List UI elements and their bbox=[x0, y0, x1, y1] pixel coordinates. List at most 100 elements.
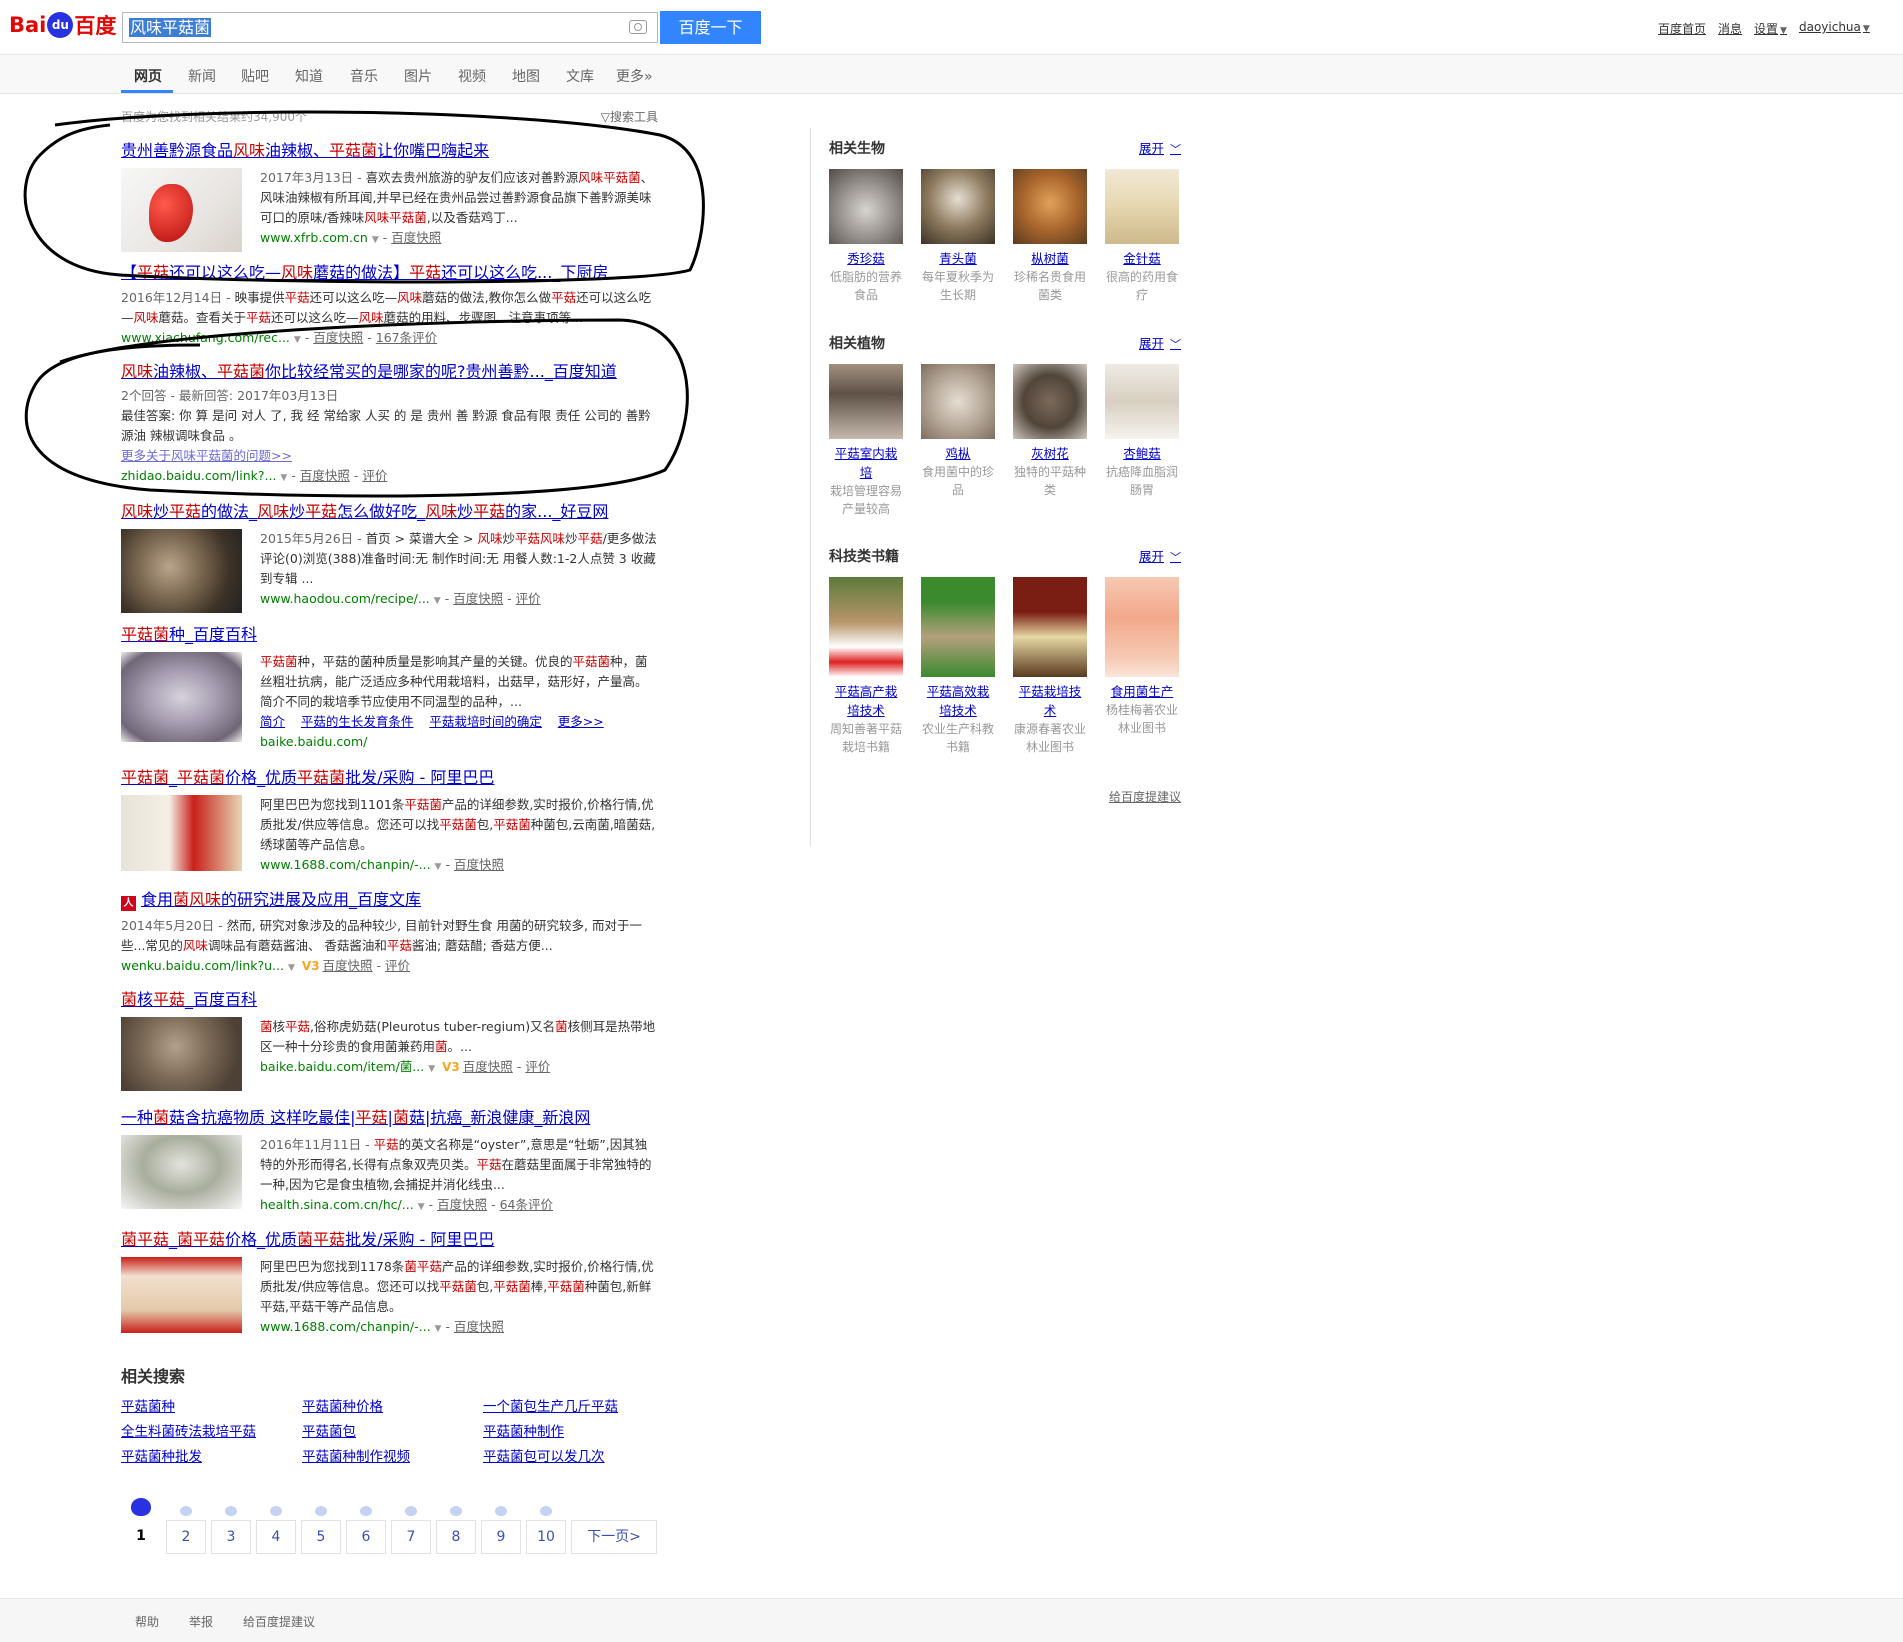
entity-image[interactable] bbox=[1013, 169, 1087, 244]
page-number[interactable]: 5 bbox=[301, 1520, 341, 1554]
entity-name[interactable]: 杏鲍菇 bbox=[1105, 444, 1179, 463]
related-search-link[interactable]: 平菇菌种 bbox=[121, 1395, 302, 1415]
entity-name[interactable]: 平菇室内栽培 bbox=[829, 444, 903, 482]
search-query[interactable]: 风味平菇菌 bbox=[129, 18, 212, 37]
related-search-link[interactable]: 全生料菌砖法栽培平菇 bbox=[121, 1420, 302, 1440]
result-title[interactable]: 贵州善黔源食品风味油辣椒、平菇菌让你嘴巴嗨起来 bbox=[121, 141, 489, 160]
related-search-link[interactable]: 平菇菌包可以发几次 bbox=[483, 1445, 664, 1465]
help-link[interactable]: 帮助 bbox=[135, 1613, 159, 1630]
related-search-link[interactable]: 平菇菌种制作 bbox=[483, 1420, 664, 1440]
snapshot-link[interactable]: 百度快照 bbox=[453, 591, 503, 606]
camera-icon[interactable] bbox=[629, 20, 647, 34]
result-url[interactable]: www.1688.com/chanpin/-... bbox=[260, 1319, 431, 1334]
v3-badge-icon[interactable]: V3 bbox=[442, 1060, 460, 1074]
result-url[interactable]: health.sina.com.cn/hc/... bbox=[260, 1197, 414, 1212]
entity-card[interactable]: 杏鲍菇 抗癌降血脂润肠胃 bbox=[1105, 364, 1179, 518]
tab-map[interactable]: 地图 bbox=[512, 66, 540, 86]
snapshot-link[interactable]: 百度快照 bbox=[463, 1059, 513, 1074]
tab-wenku[interactable]: 文库 bbox=[566, 66, 594, 86]
next-page-button[interactable]: 下一页> bbox=[571, 1490, 657, 1554]
result-thumbnail[interactable] bbox=[121, 795, 242, 871]
result-url[interactable]: wenku.baidu.com/link?u... bbox=[121, 958, 284, 973]
related-search-link[interactable]: 平菇菌种批发 bbox=[121, 1445, 302, 1465]
page-number[interactable]: 6 bbox=[346, 1520, 386, 1554]
book-cover[interactable] bbox=[829, 577, 903, 677]
baidu-logo[interactable]: Bai du 百度 bbox=[9, 10, 116, 40]
snapshot-link[interactable]: 百度快照 bbox=[323, 958, 373, 973]
result-thumbnail[interactable] bbox=[121, 652, 242, 742]
more-questions-link[interactable]: 更多关于风味平菇菌的问题>> bbox=[121, 448, 292, 463]
page-link[interactable]: 2 bbox=[166, 1490, 206, 1554]
tab-video[interactable]: 视频 bbox=[458, 66, 486, 86]
result-thumbnail[interactable] bbox=[121, 529, 242, 613]
page-link[interactable]: 6 bbox=[346, 1490, 386, 1554]
snapshot-link[interactable]: 百度快照 bbox=[300, 468, 350, 483]
result-title[interactable]: 平菇菌种_百度百科 bbox=[121, 625, 257, 644]
book-card[interactable]: 食用菌生产 杨桂梅著农业林业图书 bbox=[1105, 577, 1179, 756]
entity-name[interactable]: 枞树菌 bbox=[1013, 249, 1087, 268]
book-title[interactable]: 平菇高效栽培技术 bbox=[921, 682, 995, 720]
search-input[interactable]: 风味平菇菌 bbox=[122, 12, 658, 43]
entity-card[interactable]: 枞树菌 珍稀名贵食用菌类 bbox=[1013, 169, 1087, 304]
snapshot-link[interactable]: 百度快照 bbox=[454, 1319, 504, 1334]
related-search-link[interactable]: 一个菌包生产几斤平菇 bbox=[483, 1395, 664, 1415]
page-link[interactable]: 7 bbox=[391, 1490, 431, 1554]
dropdown-icon[interactable]: ▼ bbox=[418, 1202, 425, 1212]
expand-button[interactable]: 展开 ﹀ bbox=[1139, 546, 1181, 565]
entity-image[interactable] bbox=[1105, 364, 1179, 439]
search-tools-button[interactable]: ▽搜索工具 bbox=[601, 108, 658, 125]
result-title[interactable]: 菌平菇_菌平菇价格_优质菌平菇批发/采购 - 阿里巴巴 bbox=[121, 1230, 494, 1249]
dropdown-icon[interactable]: ▼ bbox=[434, 596, 441, 606]
result-thumbnail[interactable] bbox=[121, 1135, 242, 1209]
reviews-link[interactable]: 64条评价 bbox=[500, 1197, 553, 1212]
book-title[interactable]: 食用菌生产 bbox=[1105, 682, 1179, 701]
result-title[interactable]: 平菇菌_平菇菌价格_优质平菇菌批发/采购 - 阿里巴巴 bbox=[121, 768, 494, 787]
page-number[interactable]: 4 bbox=[256, 1520, 296, 1554]
result-thumbnail[interactable] bbox=[121, 168, 242, 252]
tab-news[interactable]: 新闻 bbox=[188, 66, 216, 86]
snapshot-link[interactable]: 百度快照 bbox=[313, 330, 363, 345]
entity-card[interactable]: 灰树花 独特的平菇种类 bbox=[1013, 364, 1087, 518]
expand-button[interactable]: 展开 ﹀ bbox=[1139, 333, 1181, 352]
sublink-growth[interactable]: 平菇的生长发育条件 bbox=[301, 714, 414, 729]
sublink-intro[interactable]: 简介 bbox=[260, 714, 285, 729]
dropdown-icon[interactable]: ▼ bbox=[428, 1064, 435, 1074]
page-number[interactable]: 10 bbox=[526, 1520, 566, 1554]
tab-music[interactable]: 音乐 bbox=[350, 66, 378, 86]
entity-image[interactable] bbox=[1013, 364, 1087, 439]
sublink-more[interactable]: 更多>> bbox=[558, 714, 604, 729]
tab-images[interactable]: 图片 bbox=[404, 66, 432, 86]
user-link[interactable]: daoyichua ▼ bbox=[1799, 20, 1870, 37]
settings-link[interactable]: 设置 ▼ bbox=[1754, 20, 1787, 37]
result-title[interactable]: 一种菌菇含抗癌物质 这样吃最佳|平菇|菌菇|抗癌_新浪健康_新浪网 bbox=[121, 1108, 590, 1127]
result-title[interactable]: 风味油辣椒、平菇菌你比较经常买的是哪家的呢?贵州善黔..._百度知道 bbox=[121, 362, 617, 381]
page-number[interactable]: 3 bbox=[211, 1520, 251, 1554]
result-title[interactable]: 食用菌风味的研究进展及应用_百度文库 bbox=[141, 890, 421, 909]
related-search-link[interactable]: 平菇菌包 bbox=[302, 1420, 483, 1440]
result-url[interactable]: zhidao.baidu.com/link?... bbox=[121, 468, 276, 483]
report-link[interactable]: 举报 bbox=[189, 1613, 213, 1630]
suggestion-link[interactable]: 给百度提建议 bbox=[243, 1613, 315, 1630]
entity-name[interactable]: 青头菌 bbox=[921, 249, 995, 268]
messages-link[interactable]: 消息 bbox=[1718, 20, 1742, 37]
page-link[interactable]: 5 bbox=[301, 1490, 341, 1554]
book-title[interactable]: 平菇高产栽培技术 bbox=[829, 682, 903, 720]
dropdown-icon[interactable]: ▼ bbox=[435, 862, 442, 872]
snapshot-link[interactable]: 百度快照 bbox=[437, 1197, 487, 1212]
page-link[interactable]: 10 bbox=[526, 1490, 566, 1554]
page-link[interactable]: 8 bbox=[436, 1490, 476, 1554]
search-button[interactable]: 百度一下 bbox=[660, 11, 761, 44]
page-number[interactable]: 7 bbox=[391, 1520, 431, 1554]
reviews-link[interactable]: 评价 bbox=[516, 591, 541, 606]
dropdown-icon[interactable]: ▼ bbox=[280, 473, 287, 483]
result-title[interactable]: 菌核平菇_百度百科 bbox=[121, 990, 257, 1009]
tab-more[interactable]: 更多» bbox=[616, 66, 653, 86]
entity-name[interactable]: 金针菇 bbox=[1105, 249, 1179, 268]
entity-card[interactable]: 金针菇 很高的药用食疗 bbox=[1105, 169, 1179, 304]
reviews-link[interactable]: 评价 bbox=[525, 1059, 550, 1074]
result-url[interactable]: www.1688.com/chanpin/-... bbox=[260, 857, 431, 872]
tab-webpage[interactable]: 网页 bbox=[134, 66, 162, 86]
reviews-link[interactable]: 167条评价 bbox=[376, 330, 437, 345]
book-card[interactable]: 平菇栽培技术 康源春著农业林业图书 bbox=[1013, 577, 1087, 756]
dropdown-icon[interactable]: ▼ bbox=[294, 335, 301, 345]
